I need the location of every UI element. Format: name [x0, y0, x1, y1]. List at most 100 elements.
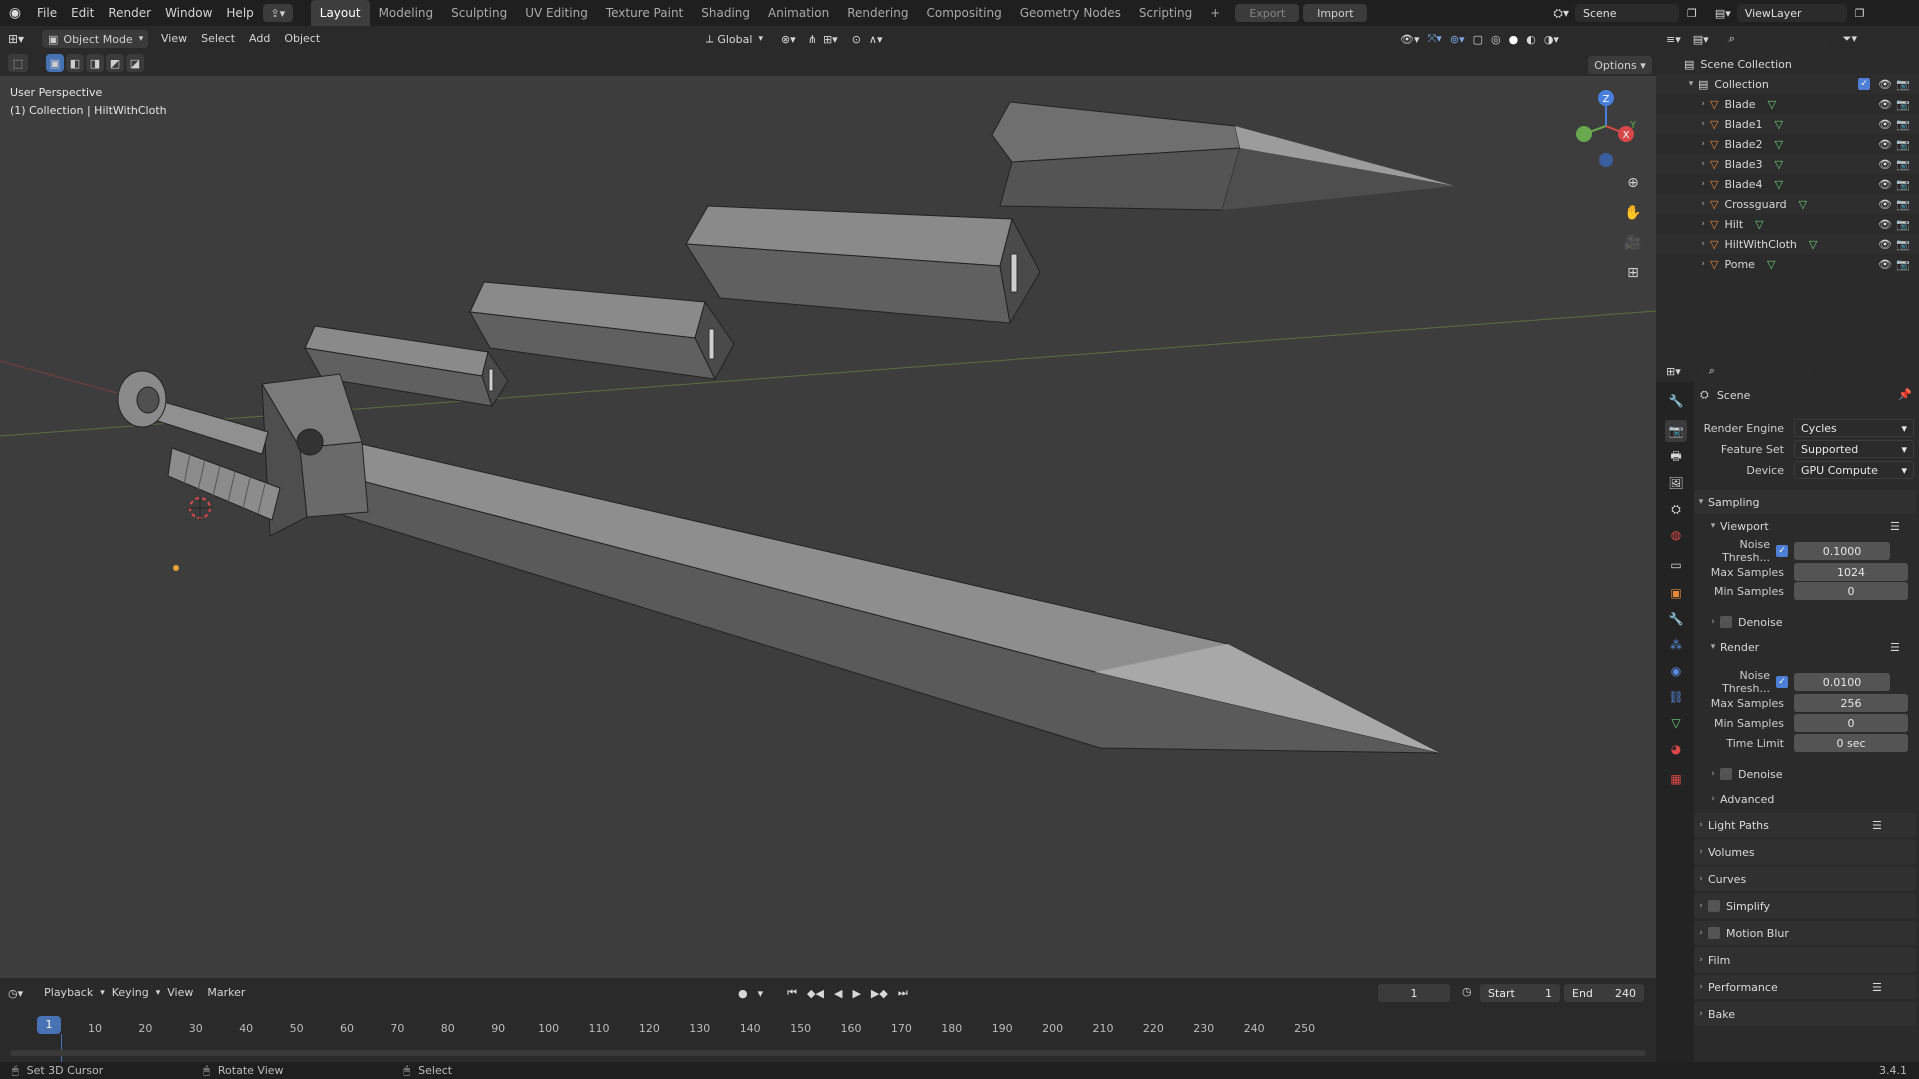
xray-icon[interactable]: ▢	[1473, 33, 1483, 46]
advanced-subpanel-header[interactable]: › Advanced	[1694, 788, 1919, 810]
properties-search-input[interactable]: ⌕	[1700, 362, 1811, 380]
eye-icon[interactable]: 👁	[1878, 258, 1892, 271]
outliner-object-row[interactable]: › ▽ Blade ▽ 👁 📷	[1656, 94, 1919, 114]
device-dropdown[interactable]: GPU Compute ▾	[1794, 461, 1914, 479]
r-noise-field[interactable]: 0.0100	[1794, 673, 1890, 691]
outliner-object-row[interactable]: › ▽ Blade4 ▽ 👁 📷	[1656, 174, 1919, 194]
view-layer-tab-icon[interactable]: 🖼	[1665, 472, 1687, 494]
collapse-icon[interactable]: ▾	[1684, 79, 1698, 89]
gizmo-icon[interactable]: ⤧▾	[1428, 32, 1442, 46]
outliner-collection[interactable]: ▾ ▤ Collection ✓ 👁 📷	[1656, 74, 1919, 94]
add-workspace-button[interactable]: +	[1201, 0, 1229, 26]
camera-render-icon[interactable]: 📷	[1896, 238, 1910, 251]
viewport-subpanel-header[interactable]: ▾ Viewport ☰	[1694, 515, 1919, 537]
scene-render[interactable]: Z X Y	[0, 76, 1656, 978]
upload-icon[interactable]: ⇪▾	[262, 4, 293, 22]
frame-ruler[interactable]: 1102030405060708090100110120130140150160…	[0, 988, 1656, 1038]
feature-set-dropdown[interactable]: Supported ▾	[1794, 440, 1914, 458]
falloff-icon[interactable]: ∧▾	[869, 33, 883, 46]
select-extend-mode-icon[interactable]: ◧	[66, 54, 84, 72]
solid-shading-icon[interactable]: ●	[1509, 33, 1519, 46]
outliner-object-row[interactable]: › ▽ Blade1 ▽ 👁 📷	[1656, 114, 1919, 134]
outliner-search-input[interactable]: ⌕	[1720, 30, 1831, 48]
vp-denoise-row[interactable]: › Denoise	[1694, 611, 1919, 633]
outliner-scene-collection[interactable]: ▤ Scene Collection	[1656, 54, 1919, 74]
render-engine-dropdown[interactable]: Cycles ▾	[1794, 419, 1914, 437]
modifier-tab-icon[interactable]: 🔧	[1665, 608, 1687, 630]
camera-render-icon[interactable]: 📷	[1896, 158, 1910, 171]
menu-help[interactable]: Help	[219, 0, 260, 26]
timeline-scrollbar[interactable]	[10, 1050, 1646, 1056]
camera-icon[interactable]: 🎥	[1620, 230, 1646, 256]
expand-icon[interactable]: ›	[1696, 239, 1710, 249]
tab-texture-paint[interactable]: Texture Paint	[597, 0, 692, 26]
simplify-checkbox[interactable]	[1708, 900, 1720, 912]
eye-icon[interactable]: 👁	[1878, 198, 1892, 211]
data-tab-icon[interactable]: ▽	[1665, 712, 1687, 734]
expand-icon[interactable]: ›	[1696, 179, 1710, 189]
volumes-panel-header[interactable]: › Volumes	[1694, 840, 1916, 864]
r-noise-checkbox[interactable]: ✓	[1776, 676, 1788, 688]
snap-icon[interactable]: ⋔	[808, 33, 817, 46]
scene-icon[interactable]: ⛭▾	[1553, 6, 1569, 21]
view-layer-icon[interactable]: ▤▾	[1715, 7, 1731, 20]
tab-uv-editing[interactable]: UV Editing	[516, 0, 597, 26]
outliner-object-row[interactable]: › ▽ Blade2 ▽ 👁 📷	[1656, 134, 1919, 154]
motion-blur-checkbox[interactable]	[1708, 927, 1720, 939]
object-tab-icon[interactable]: ▣	[1665, 582, 1687, 604]
r-max-field[interactable]: 256	[1794, 694, 1908, 712]
playhead[interactable]: 1	[37, 1016, 61, 1034]
vp-menu-object[interactable]: Object	[277, 26, 327, 52]
vp-noise-field[interactable]: 0.1000	[1794, 542, 1890, 560]
expand-icon[interactable]: ›	[1696, 139, 1710, 149]
list-icon[interactable]: ☰	[1890, 641, 1900, 654]
r-min-field[interactable]: 0	[1794, 714, 1908, 732]
tab-geometry-nodes[interactable]: Geometry Nodes	[1011, 0, 1130, 26]
outliner-object-row[interactable]: › ▽ Hilt ▽ 👁 📷	[1656, 214, 1919, 234]
expand-icon[interactable]: ›	[1696, 119, 1710, 129]
list-icon[interactable]: ☰	[1872, 981, 1882, 994]
tab-sculpting[interactable]: Sculpting	[442, 0, 516, 26]
overlay-icon[interactable]: ⊚▾	[1450, 33, 1465, 46]
visibility-icon[interactable]: 👁▾	[1400, 33, 1420, 46]
world-tab-icon[interactable]: ◍	[1665, 524, 1687, 546]
vp-max-field[interactable]: 1024	[1794, 563, 1908, 581]
expand-icon[interactable]: ›	[1696, 219, 1710, 229]
tab-modeling[interactable]: Modeling	[370, 0, 443, 26]
pan-hand-icon[interactable]: ✋	[1620, 200, 1646, 226]
eye-icon[interactable]: 👁	[1878, 218, 1892, 231]
menu-file[interactable]: File	[30, 0, 64, 26]
scene-name-field[interactable]: Scene	[1574, 4, 1679, 22]
editor-type-icon[interactable]: ⊞▾	[8, 32, 36, 46]
texture-tab-icon[interactable]: ▦	[1665, 768, 1687, 790]
outliner-editor-icon[interactable]: ≡▾	[1666, 33, 1681, 46]
tab-rendering[interactable]: Rendering	[838, 0, 917, 26]
camera-render-icon[interactable]: 📷	[1896, 118, 1910, 131]
mode-dropdown[interactable]: ▣ Object Mode ▾	[42, 30, 148, 48]
vp-min-field[interactable]: 0	[1794, 582, 1908, 600]
3d-viewport[interactable]: Z X Y User Perspective (1) Collection | …	[0, 76, 1656, 978]
outliner-object-row[interactable]: › ▽ Blade3 ▽ 👁 📷	[1656, 154, 1919, 174]
eye-icon[interactable]: 👁	[1878, 178, 1892, 191]
bake-panel-header[interactable]: › Bake	[1694, 1002, 1916, 1026]
menu-window[interactable]: Window	[158, 0, 219, 26]
select-subtract-mode-icon[interactable]: ◨	[86, 54, 104, 72]
film-panel-header[interactable]: › Film	[1694, 948, 1916, 972]
eye-icon[interactable]: 👁	[1878, 138, 1892, 151]
camera-render-icon[interactable]: 📷	[1896, 138, 1910, 151]
grid-toggle-icon[interactable]: ⊞	[1620, 260, 1646, 286]
list-icon[interactable]: ☰	[1872, 819, 1882, 832]
vp-denoise-checkbox[interactable]	[1720, 616, 1732, 628]
pivot-icon[interactable]: ⊗▾	[781, 33, 796, 46]
eye-icon[interactable]: 👁	[1878, 118, 1892, 131]
light-paths-panel-header[interactable]: › Light Paths ☰	[1694, 813, 1916, 837]
list-icon[interactable]: ☰	[1890, 520, 1900, 533]
tool-tab-icon[interactable]: 🔧	[1665, 390, 1687, 412]
constraints-tab-icon[interactable]: ⛓	[1665, 686, 1687, 708]
sampling-panel-header[interactable]: ▾ Sampling	[1694, 490, 1916, 514]
r-denoise-row[interactable]: › Denoise	[1694, 763, 1919, 785]
rendered-shading-icon[interactable]: ◑▾	[1544, 33, 1559, 46]
material-shading-icon[interactable]: ◐	[1526, 33, 1536, 46]
vp-menu-view[interactable]: View	[154, 26, 194, 52]
vp-menu-select[interactable]: Select	[194, 26, 242, 52]
